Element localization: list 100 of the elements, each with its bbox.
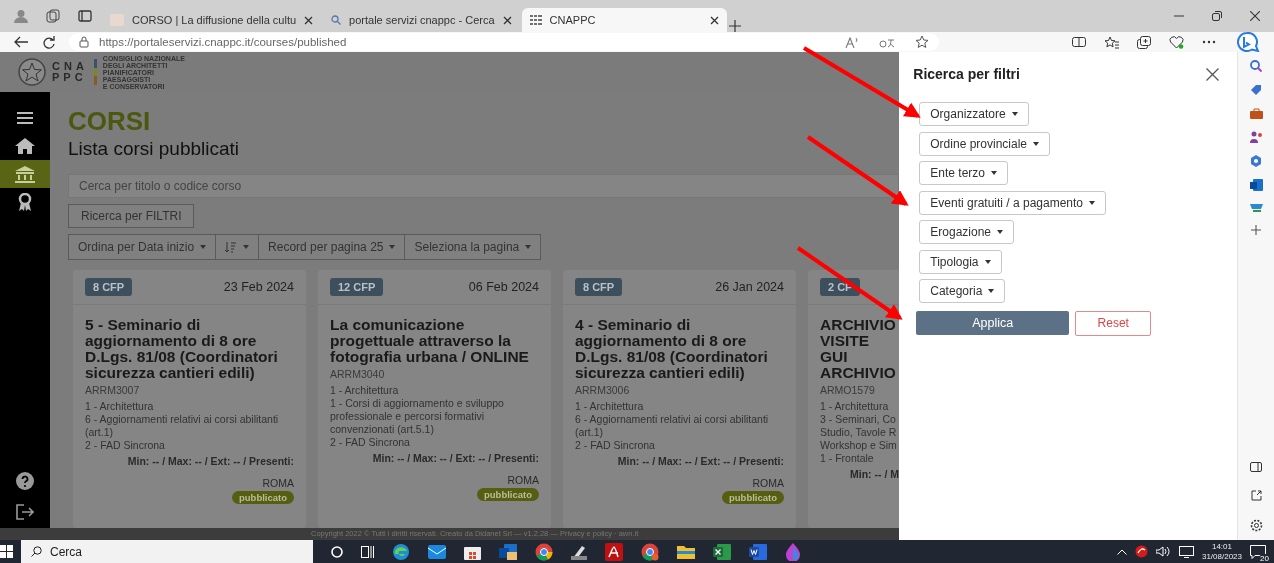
course-date: 26 Jan 2024 — [715, 280, 784, 294]
vertical-tabs-icon[interactable] — [78, 10, 92, 22]
browser-tab[interactable]: portale servizi cnappc - Cerca — [323, 8, 520, 32]
mail-app-icon[interactable] — [1249, 179, 1263, 191]
mail-app-icon[interactable] — [499, 543, 517, 560]
browser-tab[interactable]: CORSO | La diffusione della cultu — [102, 8, 322, 32]
task-view-icon[interactable] — [361, 545, 374, 558]
close-icon[interactable] — [304, 15, 314, 25]
course-title: La comunicazione progettuale attraverso la fotografia urbana / ONLINE — [330, 317, 530, 365]
course-code: ARRM3007 — [85, 384, 141, 396]
menu-icon[interactable] — [17, 112, 33, 124]
page-title: CORSI — [68, 106, 152, 136]
filter-dropdown[interactable]: Categoria — [919, 279, 1006, 303]
course-date: 06 Feb 2024 — [468, 280, 539, 294]
reset-button[interactable]: Reset — [1075, 310, 1152, 336]
attendance-stats: Min: -- / Max: -- / Ext: -- / Presenti: — [126, 455, 294, 467]
status-badge: pubblicato — [476, 488, 539, 501]
logout-icon[interactable] — [16, 504, 34, 520]
external-link-icon[interactable] — [1250, 490, 1262, 501]
course-card[interactable] — [318, 270, 551, 528]
people-icon[interactable] — [1249, 131, 1263, 143]
more-icon[interactable] — [1202, 40, 1216, 44]
credits-badge: 8 CFP — [85, 278, 133, 296]
course-code: ARRM3040 — [330, 368, 386, 380]
favorites-icon[interactable] — [1104, 35, 1119, 49]
course-category: 6 - Aggiornamenti relativi ai corsi abilitanti (art.1) — [85, 413, 280, 439]
course-category: 1 - Architettura — [575, 400, 645, 413]
close-icon[interactable] — [709, 15, 719, 25]
spreadsheet-icon[interactable] — [713, 543, 731, 560]
filter-dropdown[interactable]: Erogazione — [919, 220, 1014, 244]
heart-pulse-icon[interactable] — [1169, 35, 1184, 49]
settings-icon[interactable] — [1249, 519, 1263, 532]
close-icon[interactable] — [502, 15, 512, 25]
star-icon[interactable] — [915, 35, 929, 49]
filter-dropdown[interactable]: Ordine provinciale — [919, 131, 1050, 156]
taskbar-search-field[interactable]: Cerca — [21, 540, 313, 563]
filter-dropdown[interactable]: Ente terzo — [919, 161, 1008, 185]
help-icon[interactable] — [16, 472, 34, 490]
course-category: 1 - Architettura — [85, 400, 155, 413]
pdf-icon[interactable] — [605, 542, 623, 561]
mail-icon[interactable] — [428, 544, 446, 559]
course-city: ROMA — [751, 477, 784, 489]
course-city: ROMA — [506, 474, 539, 486]
credits-badge: 8 CFP — [575, 278, 623, 296]
search-icon[interactable] — [1250, 60, 1262, 72]
status-badge: pubblicato — [231, 491, 294, 504]
course-card[interactable] — [563, 270, 796, 528]
network-icon[interactable] — [1178, 545, 1194, 558]
volume-icon[interactable] — [1155, 546, 1171, 557]
back-icon[interactable] — [14, 36, 28, 48]
building-icon[interactable] — [15, 165, 35, 183]
course-card[interactable] — [73, 270, 306, 528]
apply-button[interactable]: Applica — [916, 310, 1070, 335]
circle-icon[interactable] — [331, 545, 343, 558]
sort-icon — [225, 241, 238, 253]
attendance-stats: Min: -- / Max: -- / Ext: -- / Presenti: — [371, 452, 539, 464]
logo-letters: CNA — [52, 61, 88, 72]
home-icon[interactable] — [15, 138, 35, 154]
folder-icon[interactable] — [677, 544, 695, 559]
filter-dropdown[interactable]: Organizzatore — [919, 102, 1029, 126]
chevron-up-icon[interactable] — [1116, 548, 1127, 555]
start-icon[interactable] — [0, 545, 13, 558]
add-icon[interactable] — [1251, 225, 1261, 235]
logo-stripe — [93, 59, 97, 85]
course-category: 1 - Frontale — [820, 452, 875, 465]
course-title: 4 - Seminario di aggiornamento di 8 ore D.Lgs. 81/08 (Coordinatori sicurezza cantieri edili) — [575, 317, 769, 381]
pen-icon[interactable] — [571, 543, 587, 560]
browser-icon[interactable] — [392, 542, 410, 561]
address-bar[interactable]: https://portaleservizi.cnappc.it/courses/published — [69, 33, 939, 51]
browser-tab[interactable]: CNAPPC — [521, 8, 727, 32]
search-field[interactable]: Cerca per titolo o codice corso — [68, 174, 900, 198]
briefcase-icon[interactable] — [1249, 108, 1263, 119]
collections-icon[interactable] — [1137, 35, 1151, 49]
clock-time: 14:01 — [1210, 541, 1233, 552]
restore-icon[interactable] — [1212, 11, 1222, 21]
course-category: 1 - Corsi di aggiornamento e sviluppo professionale e percorsi formativi convenzionati (art.5.1) — [330, 397, 505, 436]
new-tab-icon[interactable] — [728, 20, 741, 32]
search-icon — [31, 546, 42, 557]
cart-icon[interactable] — [1249, 203, 1263, 213]
site-favicon — [110, 14, 124, 26]
close-icon[interactable] — [1250, 11, 1260, 21]
tag-icon[interactable] — [1250, 84, 1262, 96]
translate-icon[interactable] — [879, 36, 895, 48]
security-icon[interactable] — [1134, 545, 1148, 558]
course-category: 2 - FAD Sincrona — [85, 439, 166, 452]
logo-letters: PPC — [52, 72, 88, 83]
read-aloud-icon[interactable] — [845, 36, 859, 48]
sidebar-icon[interactable] — [1250, 462, 1262, 472]
close-icon[interactable] — [1206, 67, 1220, 81]
refresh-icon[interactable] — [42, 35, 55, 49]
drop-icon[interactable] — [785, 542, 801, 561]
chat-bubble-icon[interactable] — [1234, 32, 1260, 52]
course-code: ARMO1579 — [820, 384, 876, 396]
award-icon[interactable] — [17, 193, 33, 211]
filter-dropdown[interactable]: Tipologia — [919, 249, 1002, 274]
hexagon-icon[interactable] — [1250, 155, 1262, 167]
filter-dropdown[interactable]: Eventi gratuiti / a pagamento — [919, 190, 1107, 215]
course-date: 23 Feb 2024 — [223, 280, 294, 294]
split-screen-icon[interactable] — [1072, 36, 1086, 48]
document-icon[interactable] — [749, 543, 767, 560]
